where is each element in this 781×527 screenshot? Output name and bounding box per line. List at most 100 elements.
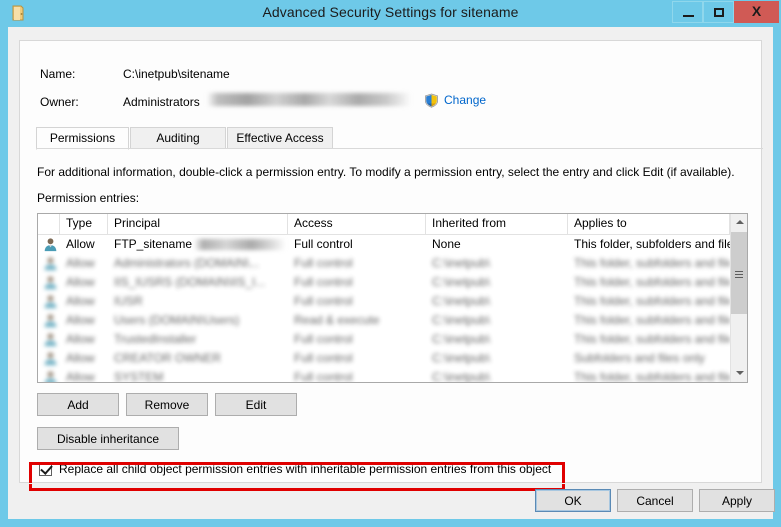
- column-header-access[interactable]: Access: [288, 214, 426, 234]
- tab-label: Effective Access: [236, 131, 324, 145]
- principal-redacted-text: [194, 239, 286, 250]
- table-row[interactable]: Allow Users (DOMAIN\Users) Read & execute C…: [38, 311, 730, 330]
- tab-label: Permissions: [49, 131, 116, 145]
- grip-line: [735, 274, 743, 275]
- replace-child-permissions-row[interactable]: Replace all child object permission entr…: [39, 458, 551, 480]
- table-row[interactable]: Allow IUSR Full control C:\inetpub\ This fol…: [38, 292, 730, 311]
- owner-label: Owner:: [40, 95, 79, 109]
- scroll-down-button[interactable]: [731, 365, 747, 382]
- cell-applies-to: This folder, subfolders and files: [574, 313, 730, 327]
- cell-type: Allow: [66, 370, 95, 383]
- table-row[interactable]: Allow SYSTEM Full control C:\inetpub\ This f…: [38, 368, 730, 383]
- title-bar[interactable]: Advanced Security Settings for sitename …: [0, 0, 781, 27]
- tab-strip: Permissions Auditing Effective Access: [36, 127, 763, 150]
- disable-inheritance-button[interactable]: Disable inheritance: [37, 427, 179, 450]
- user-icon: [43, 275, 58, 290]
- shield-icon: [424, 93, 439, 108]
- user-icon: [43, 237, 58, 252]
- window-title: Advanced Security Settings for sitename: [262, 4, 519, 20]
- cell-access: Full control: [294, 332, 353, 346]
- owner-redacted-text: [207, 93, 411, 106]
- cell-type: Allow: [66, 237, 95, 251]
- column-header-applies-to[interactable]: Applies to: [568, 214, 730, 234]
- add-button[interactable]: Add: [37, 393, 119, 416]
- table-row[interactable]: Allow FTP_sitename Full control None This fo…: [38, 235, 730, 254]
- cell-access: Full control: [294, 351, 353, 365]
- cell-type: Allow: [66, 294, 95, 308]
- cell-type: Allow: [66, 256, 95, 270]
- cell-access: Full control: [294, 256, 353, 270]
- cell-inherited-from: C:\inetpub\: [432, 332, 491, 346]
- cell-inherited-from: C:\inetpub\: [432, 256, 491, 270]
- cell-type: Allow: [66, 332, 95, 346]
- scrollbar-thumb[interactable]: [731, 232, 747, 314]
- minimize-icon: [683, 15, 694, 17]
- user-icon: [43, 313, 58, 328]
- permission-entries-list[interactable]: Type Principal Access Inherited from Applies…: [37, 213, 748, 383]
- cell-principal: IIS_IUSRS (DOMAIN\IIS_I...: [114, 275, 266, 289]
- maximize-button[interactable]: [703, 1, 734, 23]
- cell-inherited-from: C:\inetpub\: [432, 275, 491, 289]
- cell-inherited-from: None: [432, 237, 461, 251]
- user-icon: [43, 351, 58, 366]
- column-header-principal[interactable]: Principal: [108, 214, 288, 234]
- replace-child-permissions-label: Replace all child object permission entr…: [59, 462, 552, 476]
- cell-applies-to: This folder, subfolders and files: [574, 256, 730, 270]
- tab-permissions[interactable]: Permissions: [36, 127, 129, 150]
- table-row[interactable]: Allow Administrators (DOMAIN\... Full cont…: [38, 254, 730, 273]
- cell-principal: TrustedInstaller: [114, 332, 197, 346]
- table-row[interactable]: Allow IIS_IUSRS (DOMAIN\IIS_I... Full cont…: [38, 273, 730, 292]
- column-header-icon[interactable]: [38, 214, 60, 234]
- list-scrollbar[interactable]: [730, 214, 747, 382]
- close-button[interactable]: X: [734, 1, 779, 23]
- column-header-inherited-from[interactable]: Inherited from: [426, 214, 568, 234]
- chevron-down-icon: [736, 371, 744, 375]
- cell-type: Allow: [66, 313, 95, 327]
- content-panel: Name: C:\inetpub\sitename Owner: Adminis…: [19, 40, 763, 491]
- cell-inherited-from: C:\inetpub\: [432, 370, 491, 383]
- cell-inherited-from: C:\inetpub\: [432, 351, 491, 365]
- tab-auditing[interactable]: Auditing: [130, 127, 226, 149]
- minimize-button[interactable]: [672, 1, 703, 23]
- cell-applies-to: This folder, subfolders and files: [574, 370, 730, 383]
- cell-access: Read & execute: [294, 313, 380, 327]
- cell-principal: SYSTEM: [114, 370, 164, 383]
- replace-child-permissions-checkbox[interactable]: [39, 461, 53, 476]
- user-icon: [43, 256, 58, 271]
- tab-effective-access[interactable]: Effective Access: [227, 127, 333, 149]
- grip-line: [735, 271, 743, 272]
- owner-value: Administrators: [123, 95, 200, 109]
- cell-type: Allow: [66, 275, 95, 289]
- remove-button[interactable]: Remove: [126, 393, 208, 416]
- close-icon: X: [751, 3, 762, 19]
- apply-button[interactable]: Apply: [699, 489, 775, 512]
- cell-inherited-from: C:\inetpub\: [432, 294, 491, 308]
- cell-applies-to: This folder, subfolders and files: [574, 332, 730, 346]
- tab-underline: [36, 148, 763, 149]
- column-header-type[interactable]: Type: [60, 214, 108, 234]
- info-text: For additional information, double-click…: [37, 165, 735, 179]
- user-icon: [43, 332, 58, 347]
- advanced-security-settings-window: Advanced Security Settings for sitename …: [0, 0, 781, 527]
- cell-principal: Users (DOMAIN\Users): [114, 313, 240, 327]
- cell-inherited-from: C:\inetpub\: [432, 313, 491, 327]
- table-row[interactable]: Allow CREATOR OWNER Full control C:\inetpub…: [38, 349, 730, 368]
- cell-applies-to: This folder, subfolders and files: [574, 237, 730, 251]
- ok-button[interactable]: OK: [535, 489, 611, 512]
- maximize-icon: [714, 8, 724, 17]
- user-icon: [43, 370, 58, 382]
- name-label: Name:: [40, 67, 76, 81]
- footer-divider: [8, 483, 773, 484]
- table-row[interactable]: Allow TrustedInstaller Full control C:\inet…: [38, 330, 730, 349]
- cell-access: Full control: [294, 370, 353, 383]
- scroll-up-button[interactable]: [731, 214, 747, 231]
- edit-button[interactable]: Edit: [215, 393, 297, 416]
- chevron-up-icon: [736, 220, 744, 224]
- cell-principal: CREATOR OWNER: [114, 351, 221, 365]
- cell-applies-to: This folder, subfolders and files: [574, 294, 730, 308]
- cell-access: Full control: [294, 275, 353, 289]
- cancel-button[interactable]: Cancel: [617, 489, 693, 512]
- check-icon: [40, 461, 53, 475]
- change-owner-link[interactable]: Change: [444, 93, 486, 107]
- cell-access: Full control: [294, 237, 353, 251]
